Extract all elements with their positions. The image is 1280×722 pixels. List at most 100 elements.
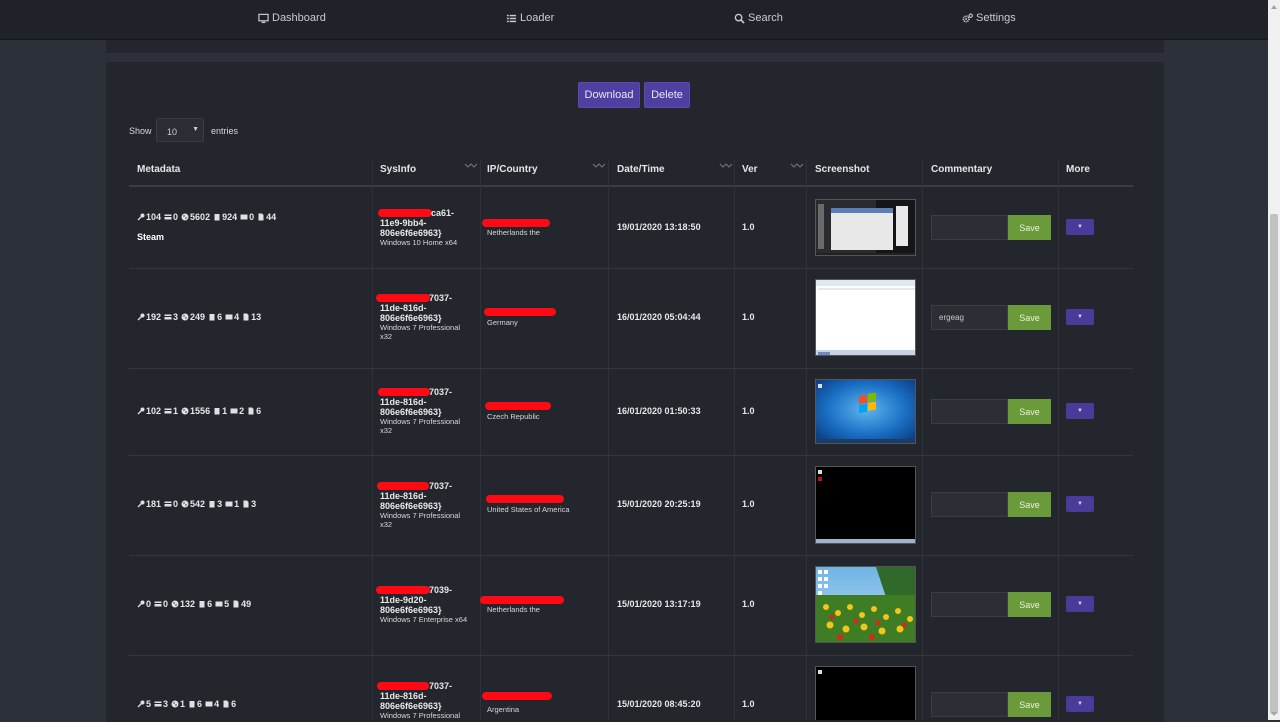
sort-icon[interactable] (790, 162, 804, 170)
sort-icon[interactable] (464, 162, 478, 170)
version: 1.0 (742, 312, 755, 322)
entries-select[interactable]: 10 ▼ (156, 118, 204, 142)
image-icon (225, 314, 233, 320)
page-scrollbar-thumb[interactable] (1270, 214, 1278, 714)
col-datetime[interactable]: Date/Time (617, 164, 665, 175)
nav-settings[interactable]: Settings (962, 12, 1016, 24)
col-commentary[interactable]: Commentary (931, 164, 992, 175)
card-icon (164, 214, 172, 220)
wallets-count: 1 (234, 499, 240, 509)
delete-button[interactable]: Delete (644, 82, 690, 108)
screenshot-thumbnail[interactable] (815, 666, 916, 720)
column-divider (922, 160, 923, 720)
entries-select-value: 10 (167, 127, 178, 137)
wallets-count: 4 (234, 312, 240, 322)
country: Netherlands the (487, 605, 540, 614)
card-icon (154, 701, 162, 707)
col-ip-country[interactable]: IP/Country (487, 164, 538, 175)
screenshot-thumbnail[interactable] (815, 466, 916, 544)
cookies-count: 1 (180, 699, 186, 709)
screenshot-thumbnail[interactable] (815, 199, 916, 256)
sysinfo-id: 11de-9d20- (380, 595, 427, 605)
column-divider (480, 160, 481, 720)
save-button[interactable]: Save (1008, 592, 1051, 617)
metadata-counts: 102 1 1556 1 2 6 (137, 406, 264, 416)
clipboard-icon (209, 314, 215, 321)
col-more[interactable]: More (1066, 164, 1090, 175)
more-button[interactable]: ▼ (1066, 219, 1094, 235)
scroll-down-icon[interactable] (1270, 711, 1278, 717)
key-icon (137, 407, 145, 415)
autofill-count: 3 (217, 499, 223, 509)
cards-count: 0 (173, 499, 179, 509)
more-button[interactable]: ▼ (1066, 496, 1094, 512)
table-header-divider (129, 185, 1133, 187)
screenshot-thumbnail[interactable] (815, 279, 916, 356)
commentary-input[interactable] (931, 592, 1008, 617)
image-icon (215, 601, 223, 607)
save-button[interactable]: Save (1008, 215, 1051, 240)
country: United States of America (487, 505, 570, 514)
nav-loader[interactable]: Loader (506, 12, 554, 24)
datetime: 15/01/2020 13:17:19 (617, 599, 701, 609)
autofill-count: 6 (207, 599, 213, 609)
file-icon (233, 600, 239, 608)
cookies-count: 542 (190, 499, 206, 509)
col-ver[interactable]: Ver (742, 164, 758, 175)
file-icon (243, 313, 249, 321)
column-divider (806, 160, 807, 720)
passwords-count: 0 (146, 599, 152, 609)
sysinfo-id: 11de-816d- (380, 303, 427, 313)
screenshot-thumbnail[interactable] (815, 566, 916, 643)
sysinfo-id: 806e6f6e6963} (380, 605, 442, 615)
nav-search[interactable]: Search (734, 12, 783, 24)
commentary-input[interactable]: ergeag (931, 305, 1008, 330)
cookie-icon (181, 213, 189, 221)
download-button[interactable]: Download (578, 82, 640, 108)
passwords-count: 181 (146, 499, 162, 509)
commentary-input[interactable] (931, 215, 1008, 240)
sort-icon[interactable] (719, 162, 733, 170)
files-count: 3 (251, 499, 257, 509)
cookies-count: 5602 (190, 212, 211, 222)
card-icon (164, 408, 172, 414)
files-count: 49 (241, 599, 252, 609)
column-divider (608, 160, 609, 720)
redaction-mark (486, 495, 564, 503)
more-button[interactable]: ▼ (1066, 403, 1094, 419)
more-button[interactable]: ▼ (1066, 596, 1094, 612)
sort-icon[interactable] (592, 162, 606, 170)
card-icon (164, 314, 172, 320)
save-button[interactable]: Save (1008, 692, 1051, 717)
autofill-count: 6 (197, 699, 203, 709)
col-sysinfo[interactable]: SysInfo (380, 164, 416, 175)
col-metadata[interactable]: Metadata (137, 164, 180, 175)
cards-count: 1 (173, 406, 179, 416)
sysinfo-id: 11e9-9bb4- (380, 218, 427, 228)
caret-down-icon: ▼ (1077, 701, 1083, 707)
passwords-count: 192 (146, 312, 162, 322)
commentary-input[interactable] (931, 399, 1008, 424)
scroll-up-icon[interactable] (1270, 4, 1278, 10)
sysinfo-id: ca61- (431, 208, 455, 218)
card-icon (154, 601, 162, 607)
metadata-counts: 5 3 1 6 4 6 (137, 699, 239, 709)
files-count: 6 (231, 699, 237, 709)
metadata-counts: 0 0 132 6 5 49 (137, 599, 254, 609)
screenshot-thumbnail[interactable] (815, 379, 916, 444)
save-button[interactable]: Save (1008, 399, 1051, 424)
desktop-screenshot-image (816, 380, 915, 443)
save-button[interactable]: Save (1008, 305, 1051, 330)
passwords-count: 102 (146, 406, 162, 416)
save-button[interactable]: Save (1008, 492, 1051, 517)
country: Czech Republic (487, 412, 540, 421)
commentary-input[interactable] (931, 692, 1008, 717)
more-button[interactable]: ▼ (1066, 309, 1094, 325)
metadata-counts: 181 0 542 3 1 3 (137, 499, 259, 509)
more-button[interactable]: ▼ (1066, 696, 1094, 712)
os-name: Windows 7 Professional (380, 711, 461, 720)
caret-down-icon: ▼ (1077, 601, 1083, 607)
col-screenshot[interactable]: Screenshot (815, 164, 869, 175)
nav-dashboard[interactable]: Dashboard (258, 12, 326, 24)
commentary-input[interactable] (931, 492, 1008, 517)
